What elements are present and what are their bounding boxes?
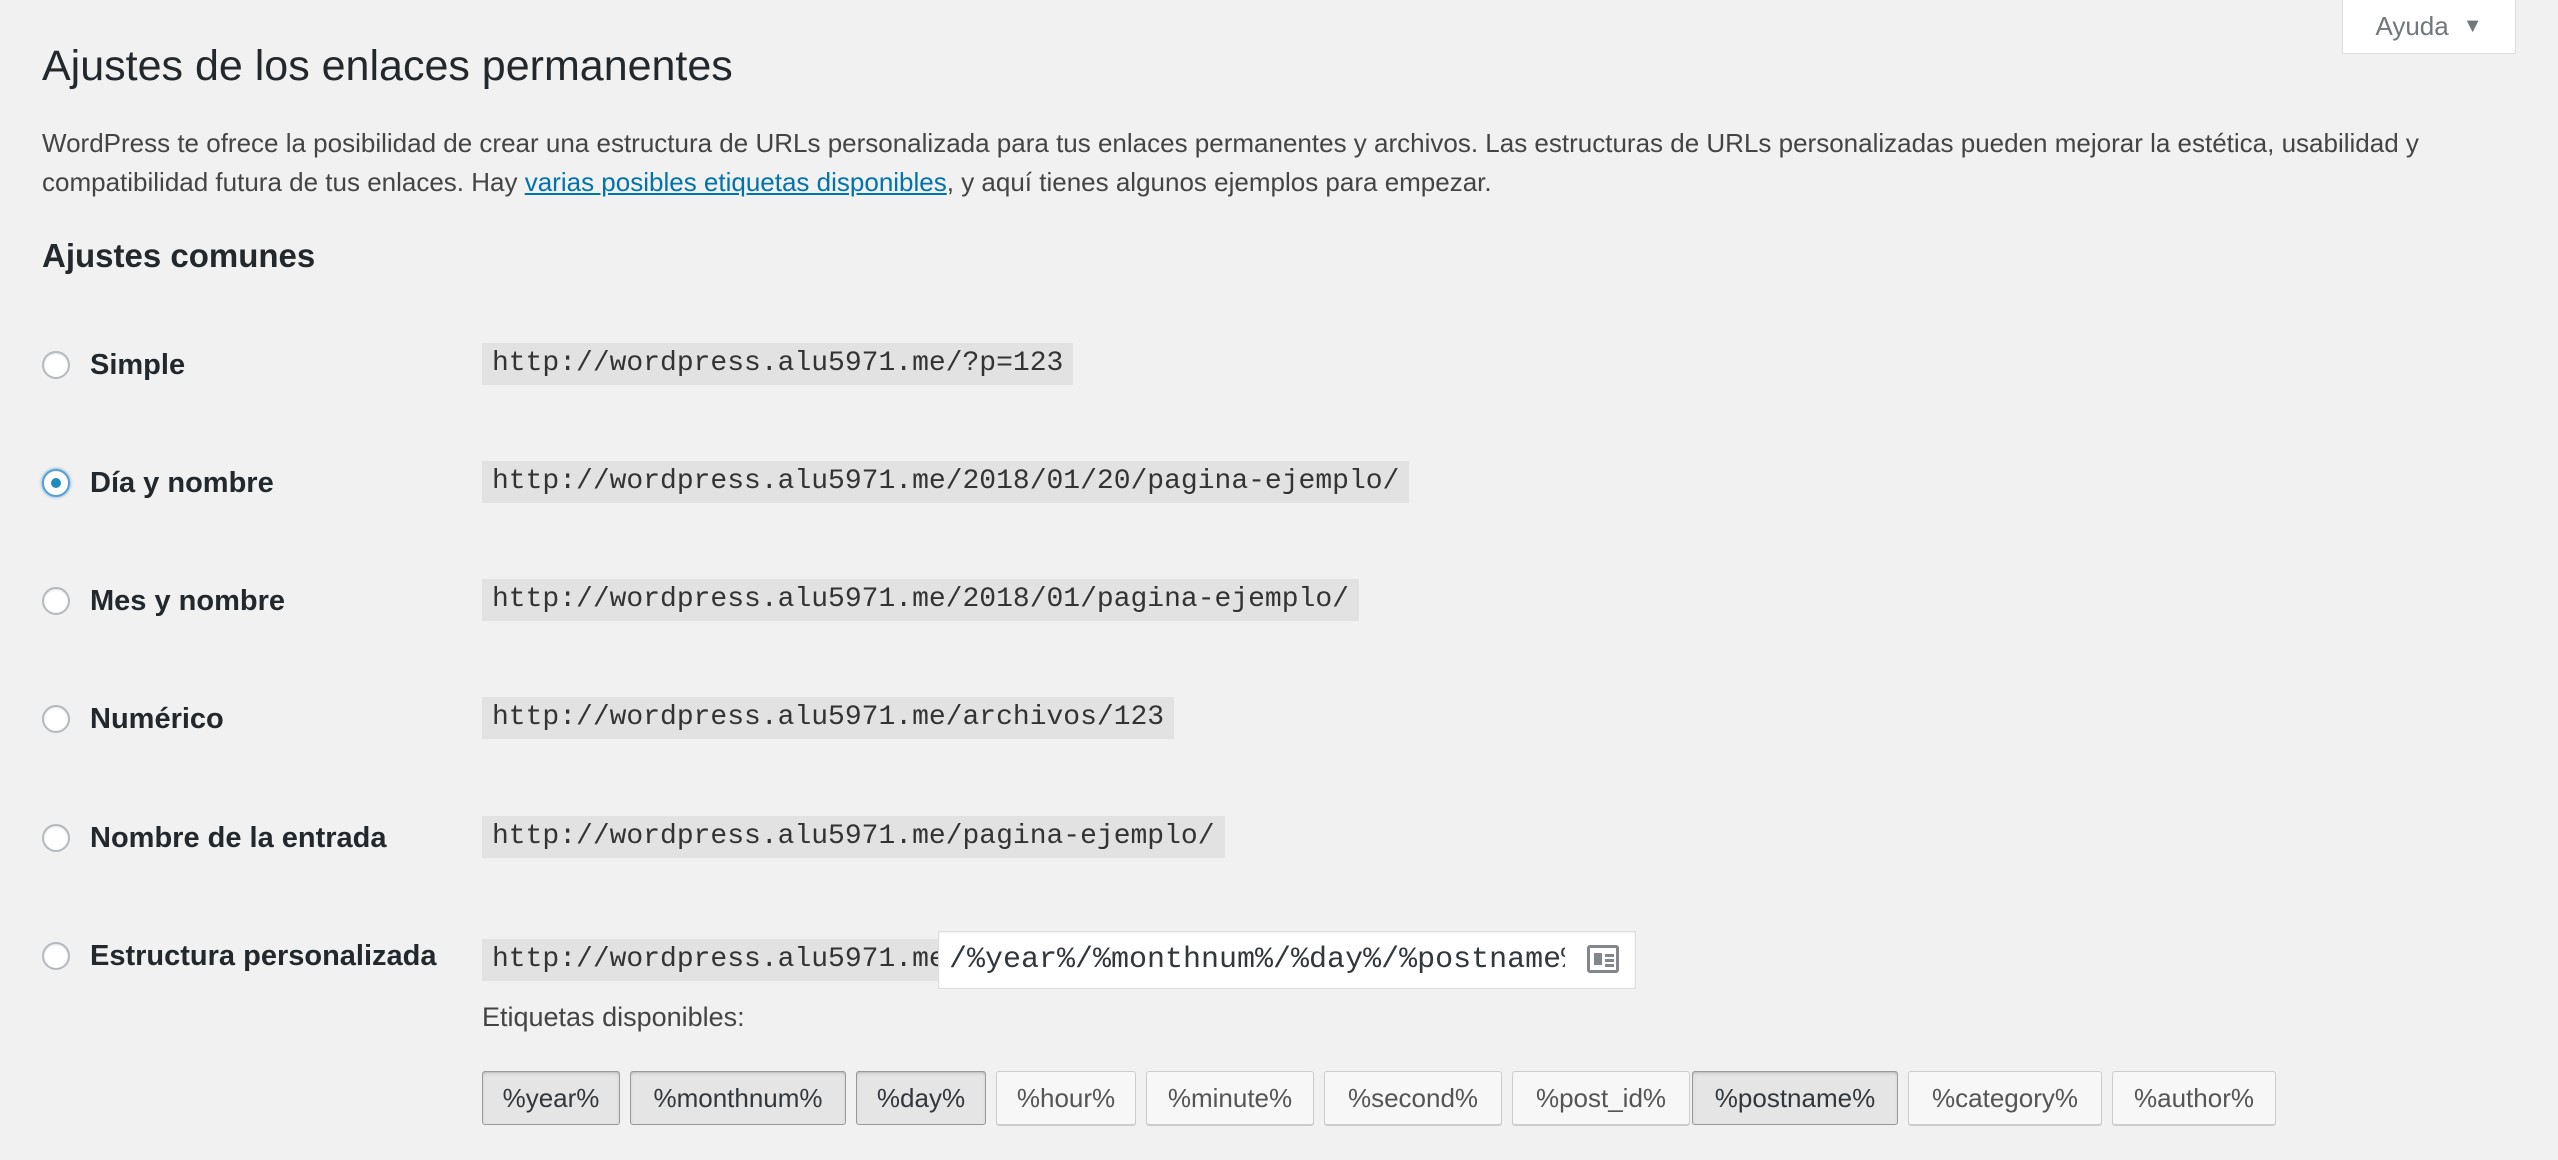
option-label: Numérico (90, 702, 224, 735)
example-url: http://wordpress.alu5971.me/?p=123 (482, 343, 1074, 385)
tag-button-monthnum[interactable]: %monthnum% (630, 1071, 846, 1125)
tag-button-second[interactable]: %second% (1324, 1071, 1502, 1125)
option-simple: Simple (42, 343, 185, 387)
option-label: Mes y nombre (90, 584, 285, 617)
option-numeric: Numérico (42, 697, 224, 741)
available-tags-link[interactable]: varias posibles etiquetas disponibles (525, 167, 947, 197)
option-month-name: Mes y nombre (42, 579, 285, 623)
tag-button-hour[interactable]: %hour% (996, 1071, 1136, 1125)
radio-month-name[interactable] (42, 587, 70, 615)
section-title: Ajustes comunes (42, 237, 316, 274)
option-label: Nombre de la entrada (90, 821, 387, 854)
tag-button-minute[interactable]: %minute% (1146, 1071, 1314, 1125)
example-url: http://wordpress.alu5971.me/2018/01/20/p… (482, 461, 1410, 503)
example-url: http://wordpress.alu5971.me/archivos/123 (482, 697, 1175, 739)
tag-button-year[interactable]: %year% (482, 1071, 620, 1125)
option-label: Simple (90, 348, 186, 381)
option-day-name: Día y nombre (42, 461, 274, 505)
intro-text-after: , y aquí tienes algunos ejemplos para em… (946, 167, 1492, 197)
available-tags-label: Etiquetas disponibles: (482, 1002, 745, 1032)
tag-list-icon[interactable] (1587, 945, 1619, 973)
triangle-down-icon: ▼ (2462, 15, 2483, 37)
help-tab-button[interactable]: Ayuda ▼ (2342, 0, 2516, 54)
example-url: http://wordpress.alu5971.me/pagina-ejemp… (482, 816, 1225, 858)
custom-structure-input[interactable] (938, 931, 1636, 989)
intro-paragraph: WordPress te ofrece la posibilidad de cr… (42, 124, 2492, 202)
radio-day-name[interactable] (42, 469, 70, 497)
page-title: Ajustes de los enlaces permanentes (42, 42, 733, 90)
radio-custom-structure[interactable] (42, 942, 70, 970)
option-post-name: Nombre de la entrada (42, 816, 387, 860)
tag-button-author[interactable]: %author% (2112, 1071, 2276, 1125)
radio-simple[interactable] (42, 351, 70, 379)
example-url: http://wordpress.alu5971.me/2018/01/pagi… (482, 579, 1359, 621)
option-label: Estructura personalizada (90, 939, 437, 972)
custom-base-url: http://wordpress.alu5971.me (482, 939, 956, 981)
option-custom-structure: Estructura personalizada (42, 934, 437, 978)
tag-button-postname[interactable]: %postname% (1692, 1071, 1898, 1125)
tag-button-day[interactable]: %day% (856, 1071, 986, 1125)
option-label: Día y nombre (90, 466, 274, 499)
help-label: Ayuda (2375, 11, 2449, 41)
tag-button-post-id[interactable]: %post_id% (1512, 1071, 1690, 1125)
tag-button-category[interactable]: %category% (1908, 1071, 2102, 1125)
radio-post-name[interactable] (42, 824, 70, 852)
radio-numeric[interactable] (42, 705, 70, 733)
